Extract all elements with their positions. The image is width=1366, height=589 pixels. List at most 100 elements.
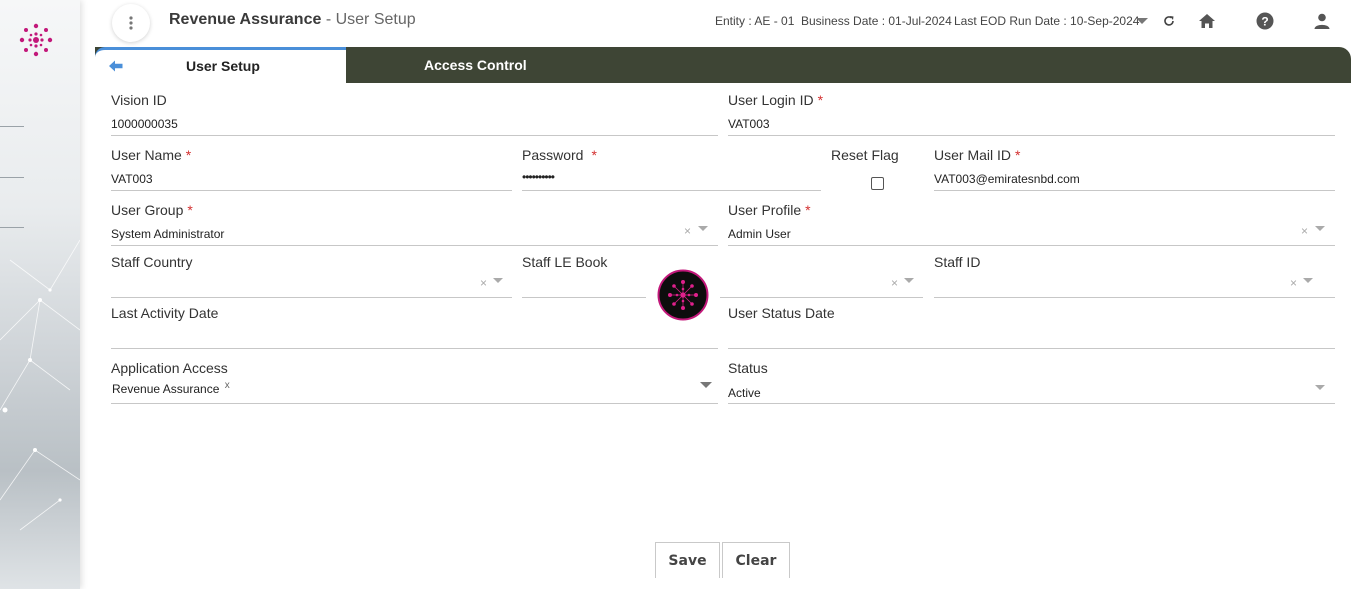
- tab-user-setup[interactable]: User Setup: [95, 47, 346, 83]
- help-button[interactable]: ?: [1254, 10, 1276, 32]
- home-button[interactable]: [1196, 10, 1218, 32]
- brand-logo-icon[interactable]: [16, 20, 56, 65]
- staff-le-book-select[interactable]: Staff LE Book ×: [522, 254, 923, 298]
- user-icon: [1314, 13, 1330, 29]
- entity-info: Entity : AE - 01: [715, 14, 795, 28]
- field-underline: [111, 403, 718, 404]
- staff-id-label: Staff ID: [934, 254, 981, 270]
- chevron-down-icon[interactable]: [493, 278, 503, 283]
- field-underline: [111, 190, 512, 191]
- user-login-id-label: User Login ID: [728, 92, 814, 108]
- required-mark: *: [185, 147, 192, 163]
- staff-id-select[interactable]: Staff ID ×: [934, 254, 1335, 298]
- staff-le-book-label: Staff LE Book: [522, 254, 608, 270]
- more-menu-button[interactable]: [112, 4, 150, 42]
- password-label: Password: [522, 147, 584, 163]
- user-profile-select[interactable]: User Profile * Admin User ×: [728, 202, 1335, 246]
- field-underline: [934, 190, 1335, 191]
- field-underline: [934, 297, 1335, 298]
- field-underline: [111, 348, 718, 349]
- user-group-value: System Administrator: [111, 227, 225, 241]
- required-mark: *: [591, 147, 597, 163]
- vision-id-value: 1000000035: [111, 117, 178, 131]
- vision-id-label: Vision ID: [111, 92, 167, 108]
- user-mail-id-value: VAT003@emiratesnbd.com: [934, 172, 1080, 186]
- field-underline: [728, 245, 1335, 246]
- user-mail-id-label: User Mail ID: [934, 147, 1012, 163]
- clear-selection-icon[interactable]: ×: [684, 224, 691, 238]
- loading-logo-icon: [657, 269, 709, 321]
- user-group-select[interactable]: User Group * System Administrator ×: [111, 202, 718, 246]
- svg-text:?: ?: [1261, 15, 1268, 29]
- page-name: - User Setup: [321, 11, 416, 28]
- save-button[interactable]: Save: [655, 542, 720, 578]
- chevron-down-icon[interactable]: [1303, 278, 1313, 283]
- required-mark: *: [805, 202, 811, 218]
- back-arrow-icon[interactable]: [109, 59, 123, 77]
- vertical-dots-icon: [129, 16, 133, 30]
- clear-selection-icon[interactable]: ×: [1301, 224, 1308, 238]
- chevron-down-icon[interactable]: [698, 226, 708, 231]
- status-label: Status: [728, 360, 768, 376]
- tab-access-control[interactable]: Access Control: [424, 57, 527, 73]
- application-access-chip: Revenue Assurance x: [112, 380, 230, 396]
- field-underline: [728, 348, 1335, 349]
- chevron-down-icon[interactable]: [700, 382, 712, 388]
- network-background-graphic: [0, 239, 80, 531]
- user-name-value: VAT003: [111, 172, 153, 186]
- clear-button[interactable]: Clear: [722, 542, 790, 578]
- user-profile-label: User Profile: [728, 202, 802, 218]
- required-mark: *: [1015, 147, 1021, 163]
- field-underline: [728, 135, 1335, 136]
- user-login-id-field[interactable]: User Login ID * VAT003: [728, 92, 1335, 136]
- user-status-date-field[interactable]: User Status Date: [728, 305, 1335, 349]
- chevron-down-icon[interactable]: [1315, 226, 1325, 231]
- field-underline: [111, 245, 718, 246]
- required-mark: *: [187, 202, 193, 218]
- vision-id-field[interactable]: Vision ID 1000000035: [111, 92, 718, 136]
- clear-selection-icon[interactable]: ×: [1290, 276, 1297, 290]
- chevron-down-icon[interactable]: [904, 278, 914, 283]
- last-activity-date-field[interactable]: Last Activity Date: [111, 305, 718, 349]
- status-select[interactable]: Status Active: [728, 360, 1335, 404]
- password-field[interactable]: Password * ••••••••••: [522, 147, 821, 191]
- application-access-label: Application Access: [111, 360, 228, 376]
- field-underline: [522, 297, 923, 298]
- user-profile-value: Admin User: [728, 227, 791, 241]
- sidebar-divider: [0, 177, 24, 178]
- eod-dropdown-toggle[interactable]: [1131, 10, 1153, 32]
- reset-flag-label: Reset Flag: [831, 147, 899, 163]
- user-group-label: User Group: [111, 202, 184, 218]
- reset-flag-field: Reset Flag: [831, 147, 911, 191]
- app-name: Revenue Assurance: [169, 11, 322, 28]
- application-access-select[interactable]: Application Access Revenue Assurance x: [111, 360, 718, 404]
- staff-country-select[interactable]: Staff Country ×: [111, 254, 512, 298]
- field-underline: [111, 297, 512, 298]
- last-activity-date-label: Last Activity Date: [111, 305, 219, 321]
- user-mail-id-field[interactable]: User Mail ID * VAT003@emiratesnbd.com: [934, 147, 1335, 191]
- chip-label: Revenue Assurance: [112, 382, 220, 396]
- clear-selection-icon[interactable]: ×: [480, 276, 487, 290]
- chevron-down-icon[interactable]: [1315, 385, 1325, 390]
- refresh-button[interactable]: [1158, 10, 1180, 32]
- user-account-button[interactable]: [1311, 10, 1333, 32]
- user-status-date-label: User Status Date: [728, 305, 835, 321]
- field-underline: [522, 190, 821, 191]
- user-name-field[interactable]: User Name * VAT003: [111, 147, 512, 191]
- tab-user-setup-label: User Setup: [186, 58, 260, 74]
- clear-selection-icon[interactable]: ×: [891, 276, 898, 290]
- refresh-icon: [1164, 16, 1174, 26]
- field-underline: [111, 135, 718, 136]
- reset-flag-checkbox[interactable]: [871, 177, 884, 190]
- loading-spinner: [646, 265, 720, 325]
- home-icon: [1199, 14, 1215, 28]
- help-icon: ?: [1256, 12, 1274, 30]
- sidebar-divider: [0, 126, 24, 127]
- chip-remove-icon[interactable]: x: [225, 380, 230, 391]
- staff-country-label: Staff Country: [111, 254, 193, 270]
- status-value: Active: [728, 386, 761, 400]
- business-date-info: Business Date : 01-Jul-2024: [801, 14, 952, 28]
- password-value: ••••••••••: [522, 170, 555, 184]
- user-name-label: User Name: [111, 147, 182, 163]
- last-eod-info: Last EOD Run Date : 10-Sep-2024: [954, 14, 1140, 28]
